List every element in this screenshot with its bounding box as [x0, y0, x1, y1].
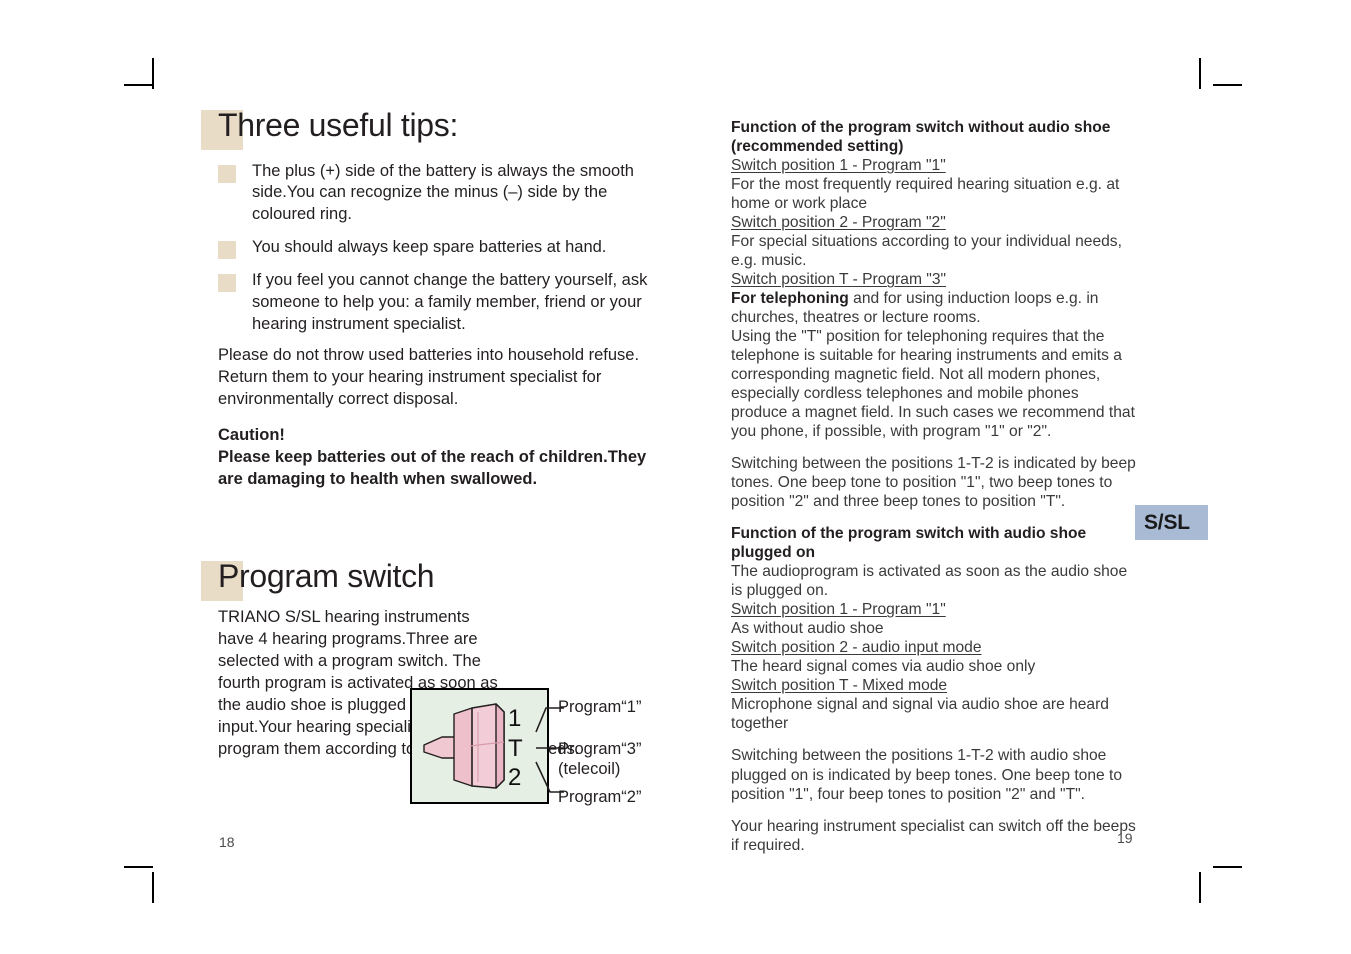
crop-mark-top-right-vertical [1199, 58, 1201, 89]
three-useful-tips-heading: Three useful tips: [201, 107, 654, 150]
crop-mark-top-right-horizontal [1213, 84, 1242, 86]
crop-mark-bottom-left-horizontal [124, 866, 153, 868]
with-shoe-heading-line1: Function of the program switch with audi… [731, 525, 1087, 543]
list-item: You should always keep spare batteries a… [218, 237, 654, 260]
with-shoe-heading-line2: plugged on [731, 544, 816, 562]
program-switch-diagram: 1 T 2 [410, 688, 549, 805]
without-shoe-beeps: Switching between the positions 1-T-2 is… [731, 455, 1136, 511]
with-shoe-intro: The audioprogram is activated as soon as… [731, 563, 1128, 600]
switch-position-2: 2 [508, 764, 522, 792]
bullet-square-icon [218, 241, 236, 260]
with-shoe-beeps: Switching between the positions 1-T-2 wi… [731, 747, 1123, 803]
caution-title: Caution! [218, 425, 285, 444]
bullet-square-icon [218, 274, 236, 293]
with-shoe-pos1-text: As without audio shoe [731, 620, 884, 638]
caution-text: Please keep batteries out of the reach o… [218, 447, 647, 488]
with-shoe-posT-title: Switch position T - Mixed mode [731, 677, 948, 695]
column-spacer [218, 491, 654, 559]
without-shoe-pos1-title: Switch position 1 - Program "1" [731, 157, 946, 175]
page-number-left: 18 [219, 834, 235, 850]
without-shoe-posT-title: Switch position T - Program "3" [731, 271, 947, 289]
with-shoe-pos1-title: Switch position 1 - Program "1" [731, 601, 946, 619]
switch-position-t: T [508, 735, 523, 763]
program-switch-block: TRIANO S/SL hearing instruments have 4 h… [218, 607, 654, 806]
diagram-label-program-3: Program“3” (telecoil) [558, 740, 642, 779]
right-page-column: Function of the program switch without a… [731, 118, 1137, 855]
tip-text-2: You should always keep spare batteries a… [252, 238, 607, 257]
tip-text-1: The plus (+) side of the battery is alwa… [252, 161, 634, 224]
with-shoe-posT-text: Microphone signal and signal via audio s… [731, 696, 1109, 733]
status-badge: S/SL [1135, 505, 1208, 540]
crop-mark-bottom-left-vertical [152, 872, 154, 903]
left-page-column: Three useful tips: The plus (+) side of … [201, 107, 654, 806]
battery-disposal-paragraph: Please do not throw used batteries into … [218, 346, 640, 409]
program-switch-heading: Program switch [201, 557, 654, 601]
with-shoe-pos2-text: The heard signal comes via audio shoe on… [731, 658, 1036, 676]
list-item: The plus (+) side of the battery is alwa… [218, 161, 654, 227]
without-shoe-heading-line1: Function of the program switch without a… [731, 119, 1111, 136]
crop-mark-top-left-horizontal [124, 84, 153, 86]
without-shoe-pos1-text: For the most frequently required hearing… [731, 176, 1120, 213]
program-switch-knob-icon [423, 703, 505, 790]
without-shoe-posT-extra: Using the "T" position for telephoning r… [731, 328, 1135, 441]
diagram-label-program-1: Program“1” [558, 698, 642, 717]
list-item: If you feel you cannot change the batter… [218, 270, 654, 336]
page-number-right: 19 [1117, 830, 1133, 846]
three-useful-tips-heading-text: Three useful tips: [218, 107, 459, 143]
crop-mark-bottom-right-horizontal [1213, 866, 1242, 868]
bullet-square-icon [218, 164, 236, 183]
diagram-label-program-2: Program“2” [558, 788, 642, 807]
for-telephoning-bold: For telephoning [731, 290, 849, 308]
without-shoe-heading-line2: (recommended setting) [731, 138, 904, 156]
switch-position-1: 1 [508, 705, 522, 733]
tip-text-3: If you feel you cannot change the batter… [252, 271, 648, 334]
program-switch-heading-text: Program switch [218, 557, 435, 594]
without-shoe-pos2-title: Switch position 2 - Program "2" [731, 214, 946, 232]
with-shoe-pos2-title: Switch position 2 - audio input mode [731, 639, 982, 657]
without-shoe-pos2-text: For special situations according to your… [731, 233, 1122, 270]
tips-list: The plus (+) side of the battery is alwa… [218, 161, 654, 337]
crop-mark-bottom-right-vertical [1199, 872, 1201, 903]
with-shoe-closing: Your hearing instrument specialist can s… [731, 817, 1136, 854]
without-shoe-posT-text: For telephoning and for using induction … [731, 289, 1137, 327]
